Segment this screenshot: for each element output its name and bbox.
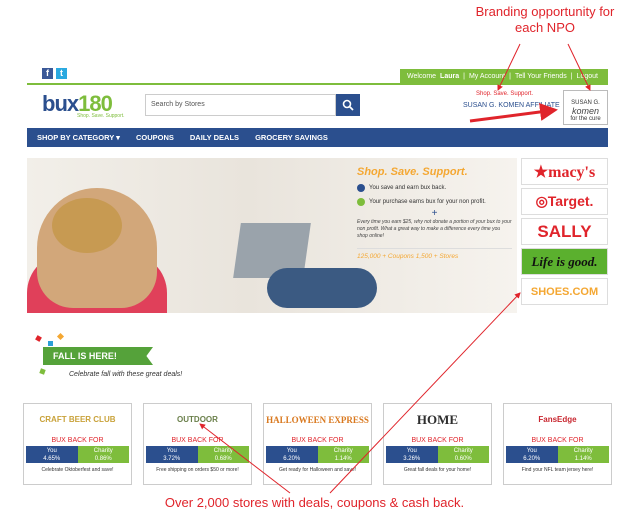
hero-line-1: You save and earn bux back. bbox=[369, 185, 447, 191]
logo-tagline: Shop. Save. Support. bbox=[77, 113, 125, 119]
charity-percent: 1.14% bbox=[574, 456, 592, 462]
you-percent: 4.65% bbox=[43, 456, 61, 462]
deal-logo: HOME bbox=[416, 412, 459, 427]
deal-card[interactable]: HALLOWEEN EXPRESS BUX BACK FOR You 6.20% C… bbox=[263, 403, 372, 485]
charity-percent: 0.68% bbox=[214, 456, 232, 462]
deal-card[interactable]: HOME BUX BACK FOR You 3.26% Charity 0.60% G… bbox=[383, 403, 492, 485]
confetti-decoration bbox=[39, 368, 46, 375]
deals-row: CRAFT BEER CLUB BUX BACK FOR You 4.65% Cha… bbox=[23, 403, 613, 485]
stores-annotation: Over 2,000 stores with deals, coupons & … bbox=[164, 495, 465, 510]
hero-panel: Shop. Save. Support. You save and earn b… bbox=[357, 166, 512, 260]
hero-line-2: Your purchase earns bux for your non pro… bbox=[369, 199, 486, 205]
logout-link[interactable]: Logout bbox=[577, 73, 598, 80]
hero-banner[interactable]: Shop. Save. Support. You save and earn b… bbox=[27, 158, 517, 313]
search-input[interactable]: Search by Stores bbox=[145, 94, 336, 116]
store-macys[interactable]: ★macy's bbox=[521, 158, 608, 185]
main-nav: SHOP BY CATEGORY ▾ COUPONS DAILY DEALS G… bbox=[27, 128, 608, 147]
fall-subtitle: Celebrate fall with these great deals! bbox=[69, 371, 183, 378]
search-button[interactable] bbox=[336, 94, 360, 116]
deal-text: Get ready for Halloween and save! bbox=[279, 467, 356, 473]
search-icon bbox=[342, 99, 354, 111]
hero-stats: 125,000 + Coupons 1,500 + Stores bbox=[357, 248, 512, 260]
you-percent: 6.20% bbox=[283, 456, 301, 462]
deal-logo: CRAFT BEER CLUB bbox=[39, 415, 116, 424]
deal-card[interactable]: FansEdge BUX BACK FOR You 6.20% Charity 1.1… bbox=[503, 403, 612, 485]
account-bar: Welcome Laura | My Account | Tell Your F… bbox=[400, 69, 608, 84]
deal-card[interactable]: OUTDOOR BUX BACK FOR You 3.72% Charity 0.68… bbox=[143, 403, 252, 485]
deal-logo: FansEdge bbox=[538, 415, 577, 424]
bux-back-label: BUX BACK FOR bbox=[291, 437, 344, 444]
featured-stores: ★macy's ◎Target. SALLY Life is good. SHO… bbox=[521, 158, 608, 308]
nav-shop-by-category[interactable]: SHOP BY CATEGORY ▾ bbox=[37, 133, 120, 142]
nav-daily-deals[interactable]: DAILY DEALS bbox=[190, 133, 239, 142]
affiliate-link[interactable]: SUSAN G. KOMEN AFFILIATE bbox=[463, 102, 560, 109]
confetti-decoration bbox=[48, 341, 53, 346]
komen-logo[interactable]: SUSAN G. komen for the cure bbox=[563, 90, 608, 125]
hero-plus: + bbox=[431, 208, 438, 219]
store-sally[interactable]: SALLY bbox=[521, 218, 608, 245]
twitter-icon[interactable]: t bbox=[56, 68, 67, 79]
user-icon bbox=[357, 184, 365, 192]
bux-back-label: BUX BACK FOR bbox=[171, 437, 224, 444]
deal-text: Great fall deals for your home! bbox=[403, 467, 472, 473]
deal-text: Celebrate Oktoberfest and save! bbox=[41, 467, 114, 473]
deal-text: Free shipping on orders $50 or more! bbox=[156, 467, 239, 473]
branding-annotation: Branding opportunity for each NPO bbox=[475, 4, 615, 35]
nav-grocery-savings[interactable]: GROCERY SAVINGS bbox=[255, 133, 328, 142]
hero-text: Every time you earn $25, why not donate … bbox=[357, 219, 512, 239]
store-shoes-com[interactable]: SHOES.COM bbox=[521, 278, 608, 305]
charity-percent: 0.86% bbox=[94, 456, 112, 462]
deal-text: Find your NFL team jersey here! bbox=[521, 467, 594, 473]
welcome-prefix: Welcome bbox=[407, 73, 437, 80]
store-life-is-good[interactable]: Life is good. bbox=[521, 248, 608, 275]
nav-coupons[interactable]: COUPONS bbox=[136, 133, 174, 142]
you-percent: 6.20% bbox=[523, 456, 541, 462]
bux-back-label: BUX BACK FOR bbox=[51, 437, 104, 444]
header-tagline: Shop. Save. Support. bbox=[476, 91, 534, 97]
hero-hair bbox=[52, 198, 122, 253]
social-links: f t bbox=[42, 68, 67, 79]
header-divider bbox=[27, 83, 608, 85]
you-percent: 3.72% bbox=[163, 456, 181, 462]
welcome-user: Laura bbox=[440, 73, 460, 80]
hero-jeans bbox=[267, 268, 377, 308]
tell-friends-link[interactable]: Tell Your Friends bbox=[515, 73, 567, 80]
charity-percent: 0.60% bbox=[454, 456, 472, 462]
heart-icon bbox=[357, 198, 365, 206]
deal-card[interactable]: CRAFT BEER CLUB BUX BACK FOR You 4.65% Cha… bbox=[23, 403, 132, 485]
deal-logo: OUTDOOR bbox=[177, 415, 218, 424]
hero-title: Shop. Save. Support. bbox=[357, 166, 468, 178]
arrow-to-branding bbox=[469, 102, 558, 123]
bux-back-label: BUX BACK FOR bbox=[531, 437, 584, 444]
facebook-icon[interactable]: f bbox=[42, 68, 53, 79]
confetti-decoration bbox=[56, 332, 65, 341]
my-account-link[interactable]: My Account bbox=[469, 73, 505, 80]
you-percent: 3.26% bbox=[403, 456, 421, 462]
bux-back-label: BUX BACK FOR bbox=[411, 437, 464, 444]
confetti-decoration bbox=[35, 335, 42, 342]
store-target[interactable]: ◎Target. bbox=[521, 188, 608, 215]
charity-percent: 1.14% bbox=[334, 456, 352, 462]
fall-badge: FALL IS HERE! bbox=[43, 347, 153, 365]
deal-logo: HALLOWEEN EXPRESS bbox=[266, 415, 369, 425]
